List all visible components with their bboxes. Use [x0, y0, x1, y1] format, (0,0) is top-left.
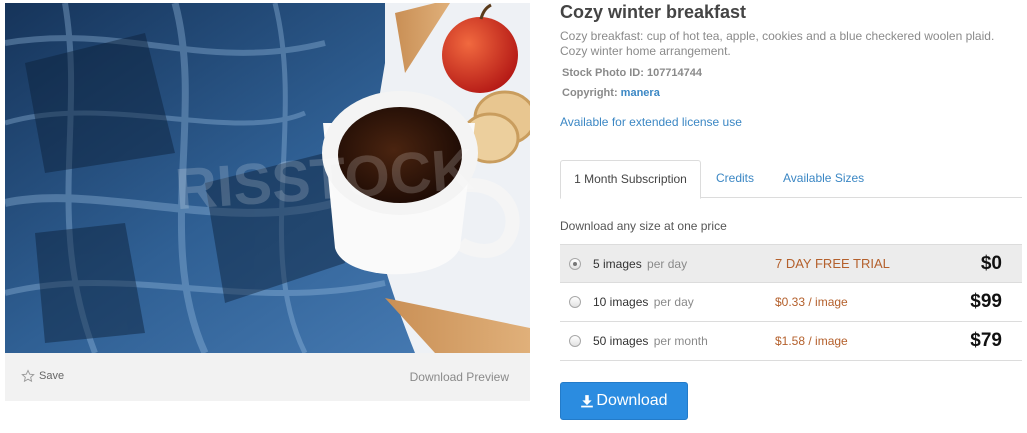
download-preview-link[interactable]: Download Preview [410, 370, 509, 384]
plan-quantity: 5 images per day [593, 257, 687, 271]
pricing-tabs: 1 Month Subscription Credits Available S… [560, 160, 1022, 199]
download-button-label: Download [596, 392, 668, 409]
save-label: Save [39, 370, 65, 382]
copyright-author-link[interactable]: manera [621, 87, 660, 99]
stock-id-value: 107714744 [646, 67, 703, 79]
plan-row-50-per-month[interactable]: 50 images per month $1.58 / image $79 [560, 322, 1022, 361]
plan-quantity-value: 50 images [593, 334, 649, 348]
plan-period: per day [653, 295, 694, 309]
tab-1-month-subscription[interactable]: 1 Month Subscription [560, 160, 701, 199]
tab-credits[interactable]: Credits [716, 160, 754, 198]
stock-id-label: Stock Photo ID: [562, 67, 644, 79]
plan-row-10-per-day[interactable]: 10 images per day $0.33 / image $99 [560, 283, 1022, 322]
plan-quantity: 50 images per month [593, 334, 708, 348]
plan-radio[interactable] [569, 335, 581, 347]
plan-radio[interactable] [569, 258, 581, 270]
photo-panel: RISSTOCK Save Download Preview [5, 3, 530, 401]
plan-quantity: 10 images per day [593, 295, 694, 309]
plan-offer: $0.33 / image [775, 295, 848, 309]
plan-offer: $1.58 / image [775, 334, 848, 348]
plan-row-5-per-day[interactable]: 5 images per day 7 DAY FREE TRIAL $0 [560, 244, 1022, 283]
plan-period: per month [653, 334, 708, 348]
copyright: Copyright: manera [562, 87, 660, 99]
stock-photo[interactable]: RISSTOCK [5, 3, 530, 353]
extended-license-link[interactable]: Available for extended license use [560, 115, 742, 129]
plan-radio[interactable] [569, 296, 581, 308]
stock-photo-id: Stock Photo ID: 107714744 [562, 67, 702, 79]
download-icon [581, 395, 594, 408]
photo-description: Cozy breakfast: cup of hot tea, apple, c… [560, 29, 995, 58]
photo-illustration: RISSTOCK [5, 3, 530, 353]
copyright-label: Copyright: [562, 87, 618, 99]
plan-period: per day [647, 257, 688, 271]
plan-list: 5 images per day 7 DAY FREE TRIAL $0 10 … [560, 244, 1022, 361]
plan-price: $99 [970, 291, 1002, 312]
star-outline-icon [21, 369, 35, 383]
plan-price: $79 [970, 330, 1002, 351]
pricing-caption: Download any size at one price [560, 219, 727, 233]
plan-quantity-value: 10 images [593, 295, 649, 309]
save-button[interactable]: Save [21, 369, 64, 383]
tab-available-sizes[interactable]: Available Sizes [783, 160, 864, 198]
plan-quantity-value: 5 images [593, 257, 642, 271]
plan-offer: 7 DAY FREE TRIAL [775, 256, 890, 271]
photo-footer: Save Download Preview [5, 353, 530, 401]
plan-price: $0 [980, 253, 1002, 274]
photo-title: Cozy winter breakfast [560, 2, 747, 22]
download-button[interactable]: Download [560, 382, 688, 420]
